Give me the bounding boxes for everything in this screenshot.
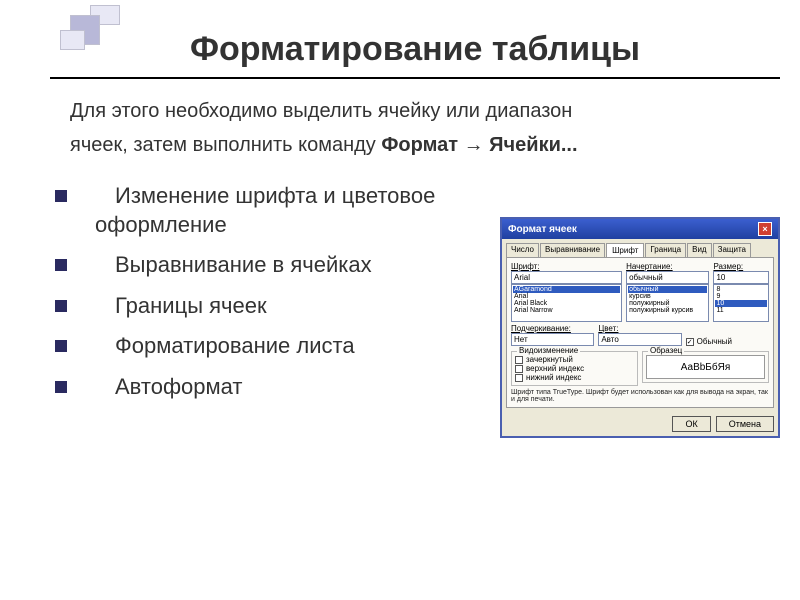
list-item[interactable]: полужирный курсив <box>628 307 707 314</box>
size-label: Размер: <box>713 262 769 271</box>
intro-paragraph: Для этого необходимо выделить ячейку или… <box>50 94 780 172</box>
bullet-marker <box>55 300 67 312</box>
close-icon[interactable]: × <box>758 222 772 236</box>
list-item[interactable]: полужирный <box>628 300 707 307</box>
tab-protection[interactable]: Защита <box>713 243 751 257</box>
style-input[interactable]: обычный <box>626 271 709 284</box>
color-label: Цвет: <box>598 324 681 333</box>
tab-font[interactable]: Шрифт <box>606 243 644 257</box>
strike-checkbox[interactable]: зачеркнутый <box>515 355 634 364</box>
normal-checkbox[interactable]: ✓ Обычный <box>686 337 732 346</box>
checkbox-icon: ✓ <box>686 338 694 346</box>
bullet-marker <box>55 190 67 202</box>
font-label: Шрифт: <box>511 262 622 271</box>
list-item[interactable]: 9 <box>715 293 767 300</box>
underline-label: Подчеркивание: <box>511 324 594 333</box>
style-label: Начертание: <box>626 262 709 271</box>
underline-select[interactable]: Нет <box>511 333 594 346</box>
list-item[interactable]: AGaramond <box>513 286 620 293</box>
superscript-checkbox[interactable]: верхний индекс <box>515 364 634 373</box>
tab-alignment[interactable]: Выравнивание <box>540 243 605 257</box>
list-item: Автоформат <box>55 373 490 402</box>
effects-group: Видоизменение зачеркнутый верхний индекс… <box>511 351 638 386</box>
bullet-list: Изменение шрифта и цветовое оформление В… <box>50 182 490 414</box>
slide-title: Форматирование таблицы <box>50 30 780 79</box>
bullet-marker <box>55 259 67 271</box>
format-cells-dialog: Формат ячеек × Число Выравнивание Шрифт … <box>500 217 780 438</box>
size-list[interactable]: 8 9 10 11 <box>713 284 769 322</box>
list-item: Выравнивание в ячейках <box>55 251 490 280</box>
list-item[interactable]: обычный <box>628 286 707 293</box>
effects-legend: Видоизменение <box>517 346 580 355</box>
dialog-buttons: ОК Отмена <box>502 412 778 436</box>
list-item[interactable]: Arial Narrow <box>513 307 620 314</box>
dialog-body: Шрифт: Arial AGaramond Arial Arial Black… <box>506 257 774 408</box>
tab-view[interactable]: Вид <box>687 243 711 257</box>
list-item[interactable]: 8 <box>715 286 767 293</box>
tab-number[interactable]: Число <box>506 243 539 257</box>
list-item: Границы ячеек <box>55 292 490 321</box>
dialog-hint: Шрифт типа TrueType. Шрифт будет использ… <box>511 389 769 403</box>
list-item[interactable]: 10 <box>715 300 767 307</box>
ok-button[interactable]: ОК <box>672 416 710 432</box>
size-input[interactable]: 10 <box>713 271 769 284</box>
sample-group: Образец АаВbБбЯя <box>642 351 769 383</box>
intro-command: Формат → Ячейки... <box>381 134 577 156</box>
cancel-button[interactable]: Отмена <box>716 416 774 432</box>
list-item: Форматирование листа <box>55 332 490 361</box>
dialog-titlebar: Формат ячеек × <box>502 219 778 239</box>
intro-line1: Для этого необходимо выделить ячейку или… <box>70 100 572 122</box>
bullet-marker <box>55 381 67 393</box>
list-item[interactable]: Arial Black <box>513 300 620 307</box>
intro-line2: ячеек, затем выполнить команду <box>70 134 381 156</box>
bullet-marker <box>55 340 67 352</box>
tab-border[interactable]: Граница <box>645 243 686 257</box>
dialog-title: Формат ячеек <box>508 224 577 235</box>
color-select[interactable]: Авто <box>598 333 681 346</box>
sample-legend: Образец <box>648 346 684 355</box>
style-list[interactable]: обычный курсив полужирный полужирный кур… <box>626 284 709 322</box>
subscript-checkbox[interactable]: нижний индекс <box>515 373 634 382</box>
list-item: Изменение шрифта и цветовое оформление <box>55 182 490 239</box>
font-list[interactable]: AGaramond Arial Arial Black Arial Narrow <box>511 284 622 322</box>
list-item[interactable]: курсив <box>628 293 707 300</box>
list-item[interactable]: Arial <box>513 293 620 300</box>
list-item[interactable]: 11 <box>715 307 767 314</box>
sample-preview: АаВbБбЯя <box>646 355 765 379</box>
dialog-tabs: Число Выравнивание Шрифт Граница Вид Защ… <box>502 239 778 257</box>
font-input[interactable]: Arial <box>511 271 622 284</box>
